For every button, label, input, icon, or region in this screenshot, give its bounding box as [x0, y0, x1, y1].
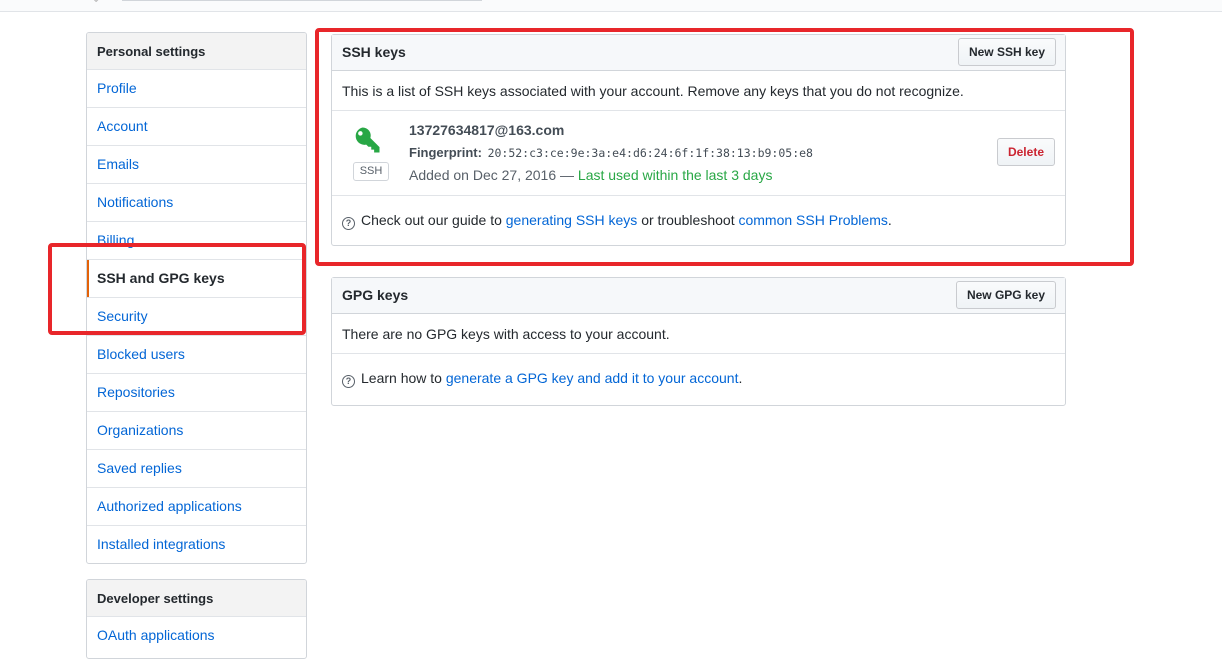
new-gpg-key-button[interactable]: New GPG key	[955, 281, 1056, 309]
new-ssh-key-button[interactable]: New SSH key	[957, 38, 1056, 66]
sidebar-item-oauth-applications[interactable]: OAuth applications	[87, 617, 306, 655]
top-header-bar: ⇣	[0, 0, 1222, 12]
question-icon: ?	[342, 217, 355, 230]
sidebar-item-repositories[interactable]: Repositories	[87, 374, 306, 412]
header-icon: ⇣	[92, 0, 102, 5]
question-icon: ?	[342, 375, 355, 388]
header-search-input[interactable]	[122, 0, 482, 1]
ssh-key-last-used: Last used within the last 3 days	[577, 167, 773, 183]
sidebar-item-ssh-gpg-keys[interactable]: SSH and GPG keys	[87, 260, 306, 298]
ssh-help-prefix: Check out our guide to	[361, 212, 502, 228]
sidebar-item-notifications[interactable]: Notifications	[87, 184, 306, 222]
fingerprint-value: 20:52:c3:ce:9e:3a:e4:d6:24:6f:1f:38:13:b…	[487, 146, 813, 160]
ssh-help-suffix: .	[887, 212, 892, 228]
key-icon	[352, 125, 382, 158]
sidebar-item-security[interactable]: Security	[87, 298, 306, 336]
delete-ssh-key-button[interactable]: Delete	[996, 138, 1055, 166]
ssh-keys-box: SSH keys New SSH key This is a list of S…	[331, 34, 1066, 246]
sidebar-item-emails[interactable]: Emails	[87, 146, 306, 184]
sidebar-item-profile[interactable]: Profile	[87, 70, 306, 108]
gpg-help-prefix: Learn how to	[361, 370, 442, 386]
sidebar-item-blocked-users[interactable]: Blocked users	[87, 336, 306, 374]
ssh-key-title: 13727634817@163.com	[409, 122, 565, 138]
ssh-keys-description: This is a list of SSH keys associated wi…	[332, 71, 1065, 111]
sidebar-item-saved-replies[interactable]: Saved replies	[87, 450, 306, 488]
gpg-keys-header: GPG keys New GPG key	[332, 278, 1065, 314]
ssh-keys-header: SSH keys New SSH key	[332, 35, 1065, 71]
ssh-key-fingerprint: Fingerprint: 20:52:c3:ce:9e:3a:e4:d6:24:…	[409, 145, 813, 160]
fingerprint-label: Fingerprint:	[409, 145, 482, 160]
gpg-keys-title: GPG keys	[342, 287, 409, 303]
generating-ssh-keys-link[interactable]: generating SSH keys	[506, 212, 638, 228]
generate-gpg-key-link[interactable]: generate a GPG key and add it to your ac…	[446, 370, 739, 386]
gpg-help-row: ? Learn how to generate a GPG key and add…	[332, 354, 1065, 402]
sidebar-item-authorized-applications[interactable]: Authorized applications	[87, 488, 306, 526]
sidebar-item-account[interactable]: Account	[87, 108, 306, 146]
developer-settings-menu: Developer settings OAuth applications	[86, 579, 307, 659]
sidebar-item-installed-integrations[interactable]: Installed integrations	[87, 526, 306, 563]
gpg-keys-description: There are no GPG keys with access to you…	[332, 314, 1065, 354]
gpg-help-suffix: .	[738, 370, 743, 386]
ssh-keys-title: SSH keys	[342, 44, 406, 60]
ssh-key-item: SSH 13727634817@163.com Fingerprint: 20:…	[332, 111, 1065, 196]
ssh-badge: SSH	[353, 162, 389, 181]
ssh-key-meta: Added on Dec 27, 2016 — Last used within…	[409, 167, 772, 183]
sidebar-item-billing[interactable]: Billing	[87, 222, 306, 260]
personal-settings-menu: Personal settings Profile Account Emails…	[86, 32, 307, 564]
ssh-key-added-date: Added on Dec 27, 2016 —	[409, 167, 575, 183]
gpg-keys-box: GPG keys New GPG key There are no GPG ke…	[331, 277, 1066, 406]
common-ssh-problems-link[interactable]: common SSH Problems	[738, 212, 887, 228]
menu-heading: Developer settings	[87, 580, 306, 617]
sidebar-item-organizations[interactable]: Organizations	[87, 412, 306, 450]
ssh-help-row: ? Check out our guide to generating SSH k…	[332, 196, 1065, 244]
menu-heading: Personal settings	[87, 33, 306, 70]
ssh-help-middle: or troubleshoot	[641, 212, 735, 228]
